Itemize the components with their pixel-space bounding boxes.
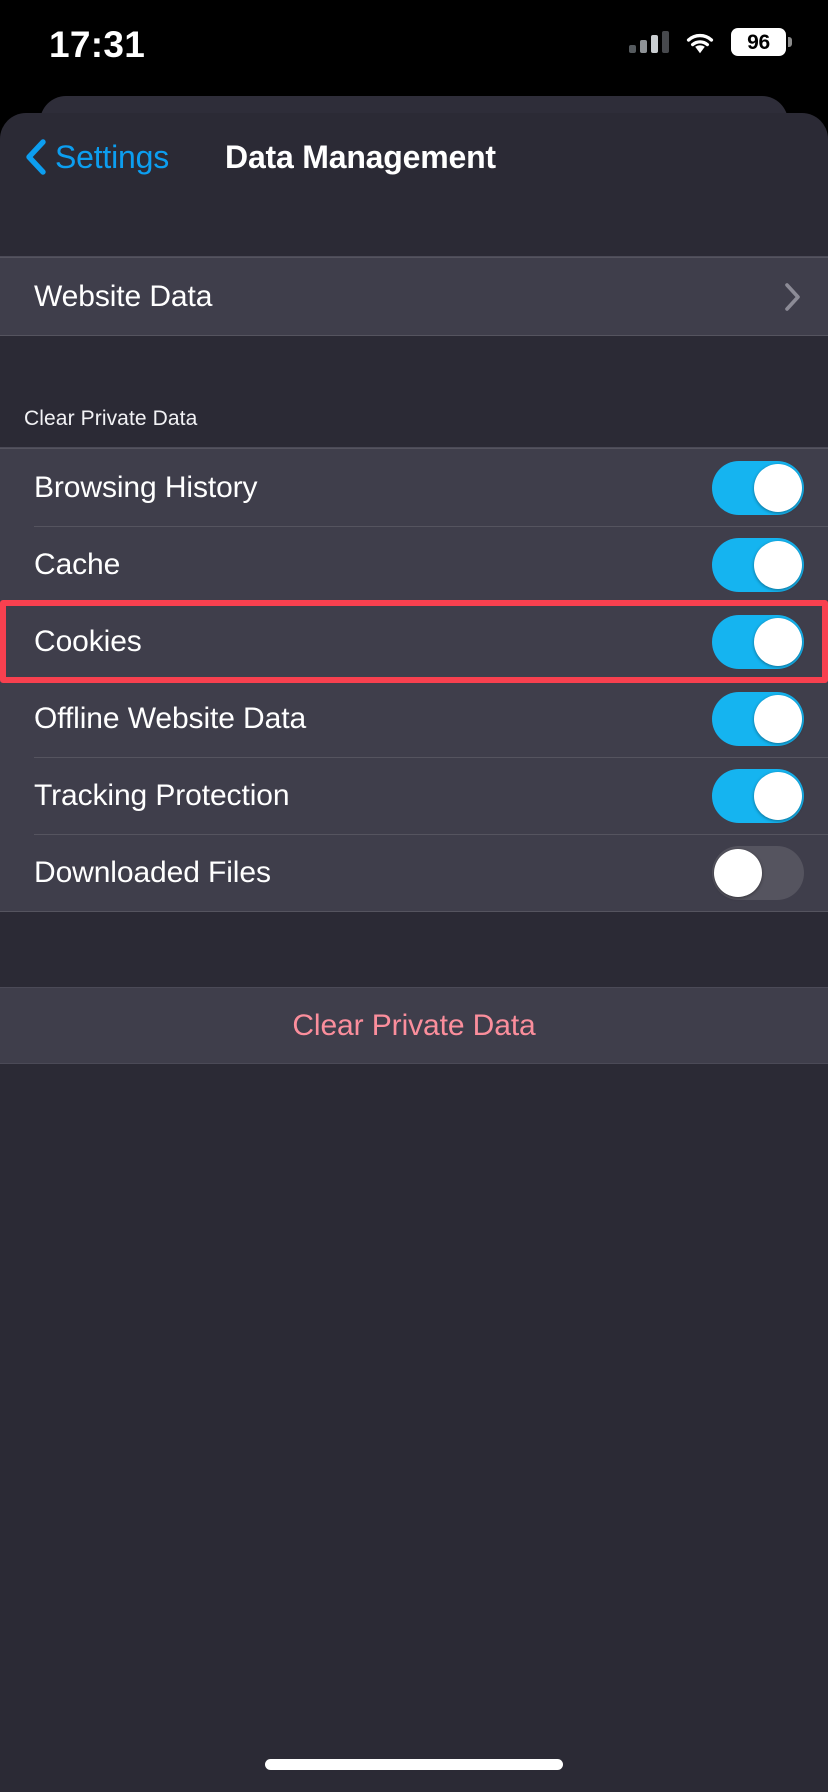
row-cache[interactable]: Cache <box>0 526 828 603</box>
back-button-label: Settings <box>55 138 170 175</box>
back-button[interactable]: Settings <box>22 138 169 176</box>
website-data-group: Website Data <box>0 257 828 336</box>
status-bar-indicators: 96 <box>629 28 792 56</box>
status-bar: 17:31 96 <box>0 0 828 96</box>
toggle-tracking-protection[interactable] <box>712 768 804 823</box>
row-label: Cookies <box>34 624 142 658</box>
section-header-clear-private-data: Clear Private Data <box>0 336 828 448</box>
clear-private-data-button-label: Clear Private Data <box>292 1008 536 1042</box>
row-label: Browsing History <box>34 470 258 504</box>
toggle-cache[interactable] <box>712 537 804 592</box>
section-spacer-top <box>0 201 828 257</box>
chevron-right-icon <box>782 280 804 314</box>
toggle-browsing-history[interactable] <box>712 460 804 515</box>
row-label: Downloaded Files <box>34 855 271 889</box>
status-bar-time: 17:31 <box>49 24 146 65</box>
home-indicator[interactable] <box>265 1759 563 1770</box>
row-website-data[interactable]: Website Data <box>0 258 828 335</box>
row-browsing-history[interactable]: Browsing History <box>0 449 828 526</box>
battery-icon: 96 <box>731 28 792 56</box>
clear-private-data-button[interactable]: Clear Private Data <box>0 988 828 1064</box>
battery-percent-label: 96 <box>747 30 770 54</box>
section-spacer-bottom <box>0 912 828 988</box>
section-header-label: Clear Private Data <box>24 407 198 430</box>
settings-sheet: Settings Data Management Website Data Cl… <box>0 113 828 1792</box>
wifi-icon <box>684 31 716 54</box>
cellular-signal-icon <box>629 31 669 53</box>
row-offline-website-data[interactable]: Offline Website Data <box>0 680 828 757</box>
row-label: Cache <box>34 547 121 581</box>
row-downloaded-files[interactable]: Downloaded Files <box>0 834 828 911</box>
row-label: Offline Website Data <box>34 701 307 735</box>
chevron-left-icon <box>22 138 48 176</box>
row-label: Tracking Protection <box>34 778 290 812</box>
toggle-cookies[interactable] <box>712 614 804 669</box>
phone-screen: 17:31 96 Settings Data Management Websit… <box>0 0 828 1792</box>
empty-area <box>0 1064 828 1624</box>
page-title: Data Management <box>225 138 496 175</box>
row-tracking-protection[interactable]: Tracking Protection <box>0 757 828 834</box>
toggle-downloaded-files[interactable] <box>712 845 804 900</box>
navigation-bar: Settings Data Management <box>0 113 828 201</box>
clear-private-data-toggle-group: Browsing History Cache Cookies Offline W… <box>0 448 828 912</box>
toggle-offline-website-data[interactable] <box>712 691 804 746</box>
row-cookies[interactable]: Cookies <box>0 603 828 680</box>
row-label: Website Data <box>34 279 213 313</box>
